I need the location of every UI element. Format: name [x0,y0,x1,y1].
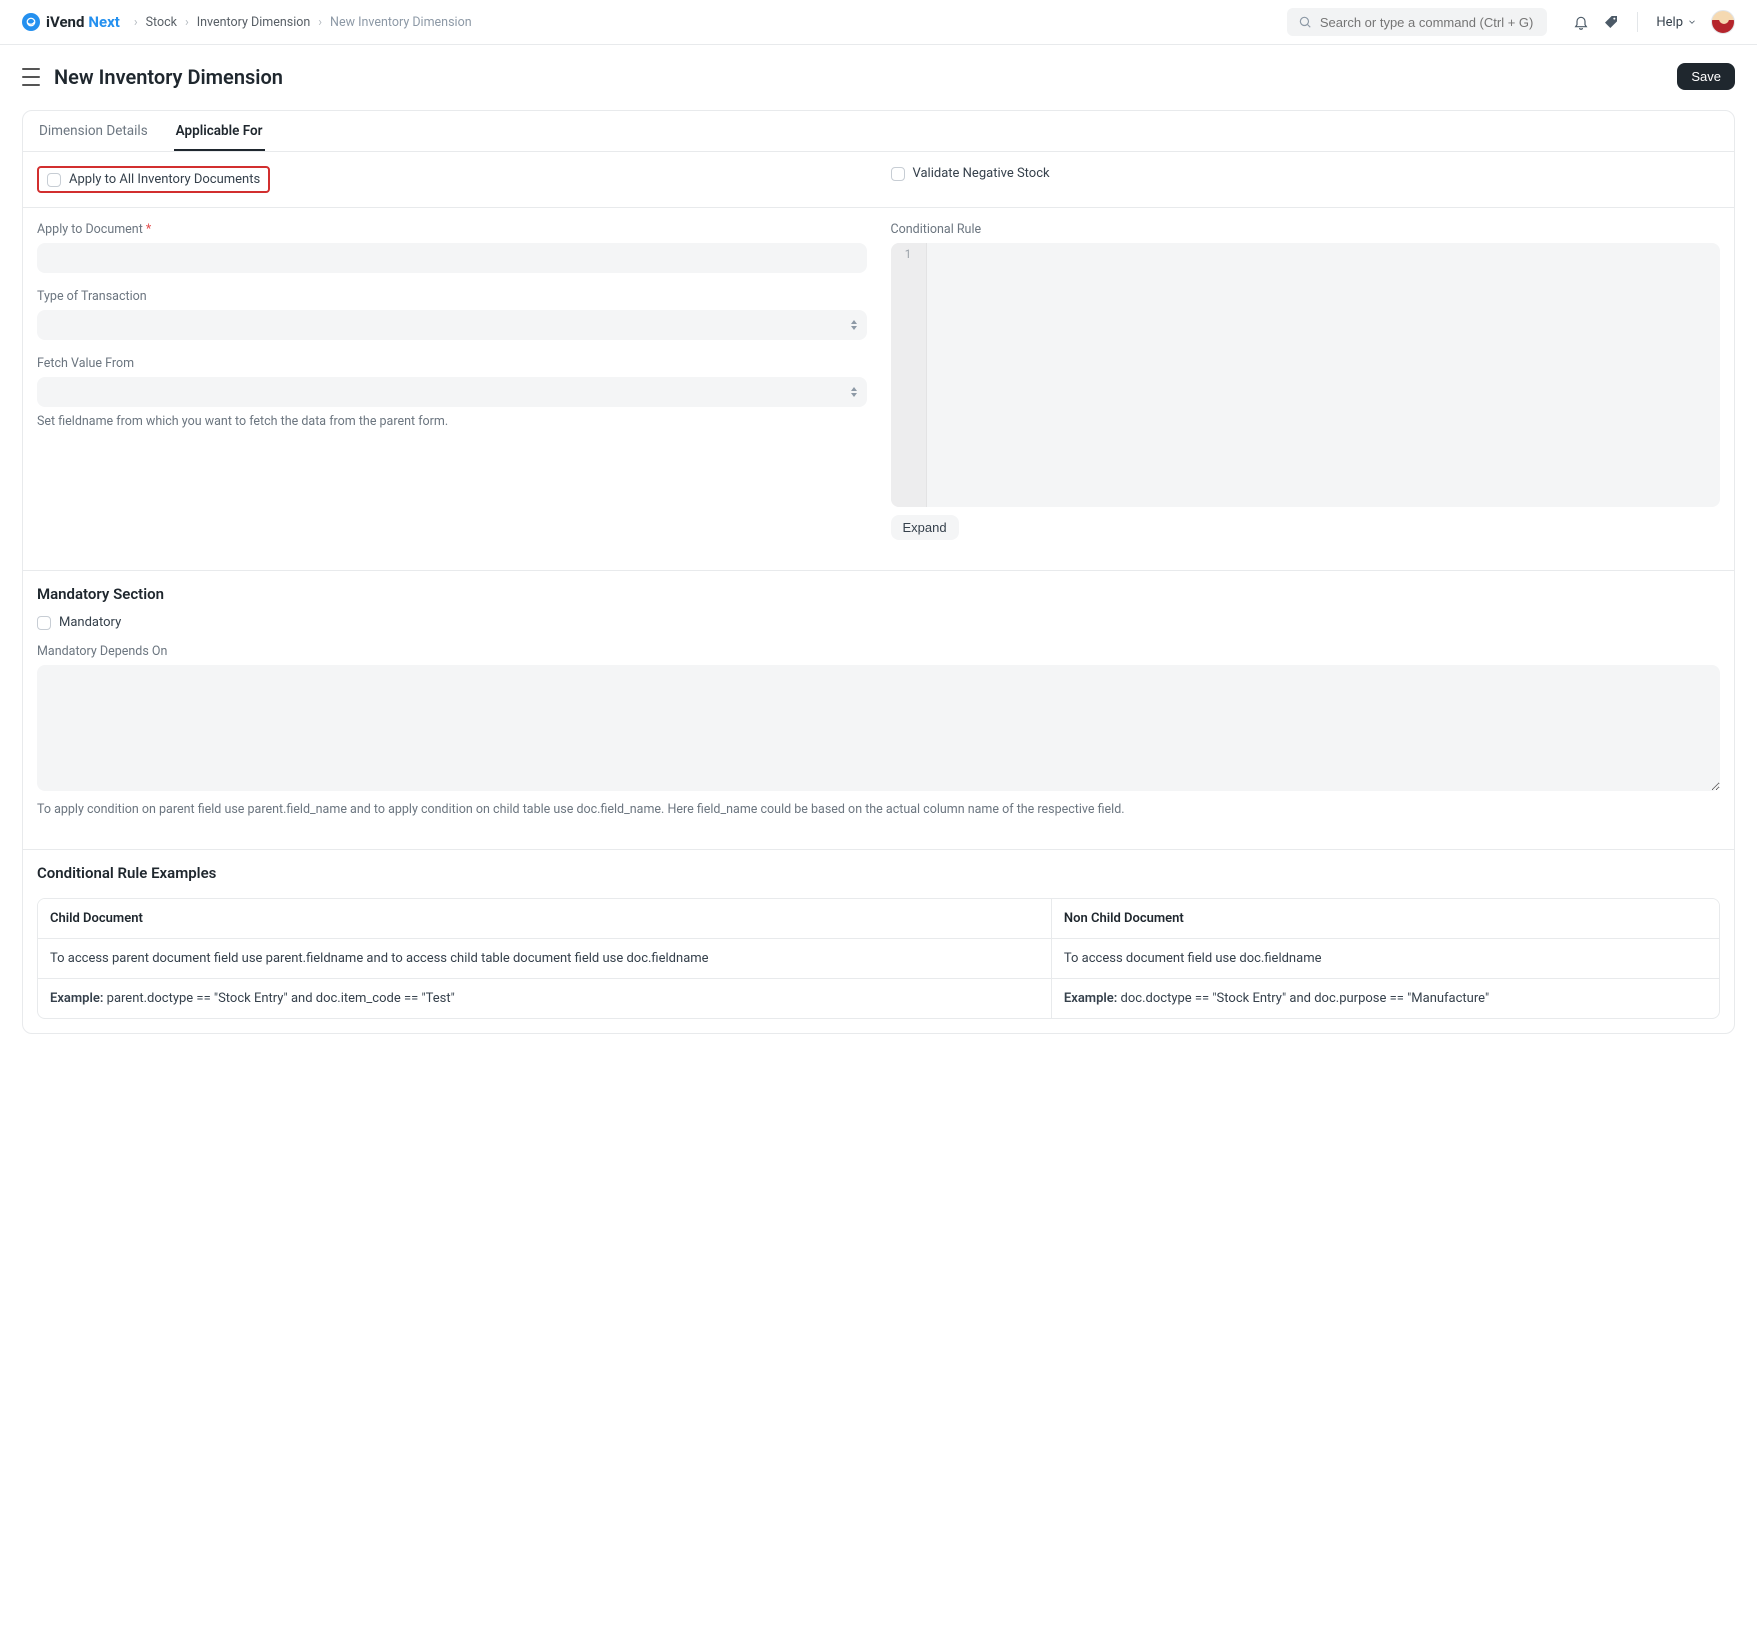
section-apply-checks: Apply to All Inventory Documents Validat… [23,152,1734,207]
search-icon [1297,14,1312,30]
label-apply-to-document: Apply to Document * [37,222,867,237]
save-button[interactable]: Save [1677,63,1735,90]
menu-icon[interactable] [22,68,40,86]
highlight-apply-all: Apply to All Inventory Documents [37,166,270,193]
help-mandatory-depends-on: To apply condition on parent field use p… [37,801,1720,819]
page-title: New Inventory Dimension [54,65,283,89]
expand-button[interactable]: Expand [891,515,959,540]
table-row: To access parent document field use pare… [38,939,1719,979]
table-row: Example: parent.doctype == "Stock Entry"… [38,979,1719,1018]
checkbox-mandatory-input[interactable] [37,616,51,630]
checkbox-apply-all-label: Apply to All Inventory Documents [69,172,260,187]
page-head: New Inventory Dimension Save [0,45,1757,104]
brand-logo[interactable]: iVendNext [22,13,120,31]
tag-icon[interactable] [1603,14,1619,30]
examples-table: Child Document Non Child Document To acc… [37,898,1720,1019]
breadcrumb-current: New Inventory Dimension [330,15,472,30]
checkbox-validate-neg[interactable]: Validate Negative Stock [891,166,1721,181]
brand-prefix: iVend [46,13,84,31]
example-label: Example: [1064,991,1117,1006]
brand-icon [22,13,40,31]
label-fetch-value-from: Fetch Value From [37,356,867,371]
td-child-example: Example: parent.doctype == "Stock Entry"… [38,979,1051,1018]
chevron-right-icon: › [134,15,138,30]
td-nonchild-example: Example: doc.doctype == "Stock Entry" an… [1051,979,1719,1018]
checkbox-apply-all[interactable]: Apply to All Inventory Documents [47,172,260,187]
field-type-of-transaction: Type of Transaction [37,289,867,340]
help-label: Help [1656,15,1683,30]
breadcrumb: › Stock › Inventory Dimension › New Inve… [134,15,472,30]
section-title-examples: Conditional Rule Examples [37,864,1720,882]
tabs: Dimension Details Applicable For [23,111,1734,152]
field-conditional-rule: Conditional Rule 1 Expand [891,222,1721,540]
form-card: Dimension Details Applicable For Apply t… [22,110,1735,1034]
td-child-desc: To access parent document field use pare… [38,939,1051,979]
field-mandatory-depends-on: Mandatory Depends On To apply condition … [37,644,1720,819]
label-conditional-rule: Conditional Rule [891,222,1721,237]
bell-icon[interactable] [1573,14,1589,30]
help-menu[interactable]: Help [1656,15,1697,30]
field-fetch-value-from: Fetch Value From Set fieldname from whic… [37,356,867,431]
brand-suffix: Next [88,13,119,31]
section-examples: Conditional Rule Examples Child Document… [23,849,1734,1033]
divider [1637,12,1638,32]
checkbox-mandatory-label: Mandatory [59,615,121,630]
textarea-mandatory-depends-on[interactable] [37,665,1720,791]
breadcrumb-inventory-dimension[interactable]: Inventory Dimension [197,15,311,30]
chevron-right-icon: › [318,15,322,30]
th-child-document: Child Document [38,899,1051,939]
section-fields: Apply to Document * Type of Transaction … [23,207,1734,570]
search-input[interactable] [1320,15,1538,30]
code-gutter: 1 [891,243,927,507]
chevron-down-icon [1687,17,1697,27]
example-nonchild-text: doc.doctype == "Stock Entry" and doc.pur… [1117,991,1489,1006]
help-fetch-value-from: Set fieldname from which you want to fet… [37,413,867,431]
select-type-of-transaction[interactable] [37,310,867,340]
example-child-text: parent.doctype == "Stock Entry" and doc.… [103,991,454,1006]
section-mandatory: Mandatory Section Mandatory Mandatory De… [23,570,1734,849]
breadcrumb-stock[interactable]: Stock [146,15,177,30]
checkbox-mandatory[interactable]: Mandatory [37,615,1720,630]
section-title-mandatory: Mandatory Section [37,585,1720,603]
th-non-child-document: Non Child Document [1051,899,1719,939]
field-apply-to-document: Apply to Document * [37,222,867,273]
checkbox-validate-neg-input[interactable] [891,167,905,181]
checkbox-validate-neg-label: Validate Negative Stock [913,166,1050,181]
example-label: Example: [50,991,103,1006]
label-type-of-transaction: Type of Transaction [37,289,867,304]
tab-applicable-for[interactable]: Applicable For [174,111,265,151]
tab-dimension-details[interactable]: Dimension Details [37,111,150,151]
code-editor-conditional-rule[interactable]: 1 [891,243,1721,507]
topbar: iVendNext › Stock › Inventory Dimension … [0,0,1757,45]
required-marker: * [146,222,151,237]
avatar[interactable] [1711,10,1735,34]
td-nonchild-desc: To access document field use doc.fieldna… [1051,939,1719,979]
code-body[interactable] [930,243,1720,507]
input-apply-to-document[interactable] [37,243,867,273]
chevron-right-icon: › [185,15,189,30]
top-actions: Help [1573,10,1735,34]
label-mandatory-depends-on: Mandatory Depends On [37,644,1720,659]
select-fetch-value-from[interactable] [37,377,867,407]
checkbox-apply-all-input[interactable] [47,173,61,187]
global-search[interactable] [1287,8,1547,36]
